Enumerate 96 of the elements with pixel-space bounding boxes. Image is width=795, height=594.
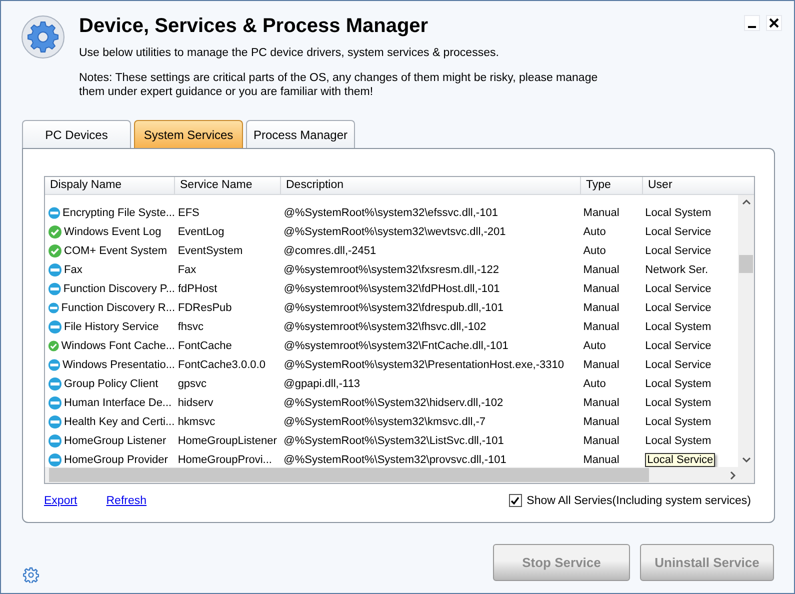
close-icon[interactable]: [766, 15, 782, 31]
link[interactable]: Refresh: [106, 494, 147, 506]
table-cell-text: Manual: [582, 434, 620, 446]
caret-right-icon[interactable]: [730, 470, 736, 480]
table-cell: Function Discovery P...: [63, 282, 175, 294]
table-cell: Encrypting File Syste...: [62, 206, 175, 218]
table-cell: Windows Event Log: [64, 226, 162, 238]
table-cell: COM+ Event System: [64, 244, 168, 256]
table-cell-text: Auto: [582, 244, 607, 256]
table-cell: Local Service: [645, 302, 712, 314]
table-cell: Local System: [645, 378, 712, 390]
table-cell: Local Service: [645, 358, 712, 370]
column-header[interactable]: Dispaly Name: [45, 177, 175, 194]
table-cell-text: Auto: [582, 226, 607, 238]
table-cell-text: Manual: [582, 264, 620, 276]
table-cell: Windows Presentatio...: [62, 358, 175, 370]
link[interactable]: Export: [44, 494, 78, 506]
table-cell-text: Manual: [582, 416, 620, 428]
checkbox-label[interactable]: Show All Servies(Including system services): [526, 494, 751, 506]
caret-up-icon[interactable]: [742, 199, 750, 205]
table-cell-text: @%SystemRoot%\system32\PresentationHost.exe,-3310: [282, 358, 565, 370]
table-cell-text: Auto: [582, 378, 607, 390]
table-cell-text: Manual: [582, 302, 620, 314]
table-cell: Local Service: [645, 340, 712, 352]
table-cell: File History Service: [64, 320, 159, 332]
notes-text: Notes: These settings are critical parts of the OS, any changes of them might be risky, please manage them under expert guidance or you are familiar with them!: [79, 71, 599, 99]
table-cell-text: HomeGroupProvi...: [176, 454, 273, 466]
table-cell-text: Manual: [582, 282, 620, 294]
table-cell: Group Policy Client: [64, 378, 158, 390]
table-cell-text: EFS: [177, 206, 200, 218]
table-cell-text: @%systemroot%\system32\FntCache.dll,-101: [282, 340, 510, 352]
table-cell-text: FontCache: [177, 340, 233, 352]
table-cell-text: @%systemroot%\system32\fdPHost.dll,-101: [282, 282, 501, 294]
tab[interactable]: PC Devices: [22, 120, 131, 148]
table-cell-text: Manual: [582, 358, 620, 370]
table-cell: Function Discovery R...: [61, 302, 175, 314]
table-cell: Local System: [645, 206, 712, 218]
column-header[interactable]: User: [643, 177, 739, 194]
tab[interactable]: System Services: [134, 120, 243, 148]
table-cell-text: @%SystemRoot%\System32\hidserv.dll,-102: [282, 396, 504, 408]
table-cell-text: hidserv: [176, 396, 214, 408]
table-cell-text: HomeGroupListener: [176, 434, 278, 446]
horizontal-scrollbar[interactable]: [45, 467, 754, 483]
table-cell-text: Manual: [582, 206, 620, 218]
table-cell-text: gpsvc: [176, 378, 208, 390]
tab[interactable]: Process Manager: [246, 120, 355, 148]
table-cell-text: @%SystemRoot%\System32\ListSvc.dll,-101: [282, 434, 505, 446]
table-cell-text: @%SystemRoot%\system32\efssvc.dll,-101: [282, 206, 499, 218]
table-cell: HomeGroup Provider: [64, 454, 168, 466]
checkbox[interactable]: [508, 494, 522, 507]
window-title: Device, Services & Process Manager: [79, 15, 430, 38]
table-cell-text: Auto: [582, 340, 607, 352]
table-cell: Local Service: [645, 244, 712, 256]
column-header[interactable]: Type: [581, 177, 643, 194]
table-cell: Human Interface De...: [64, 396, 172, 408]
table-cell-text: fhsvc: [176, 320, 204, 332]
table-cell: Local Service: [645, 282, 712, 294]
table-cell: HomeGroup Listener: [64, 434, 166, 446]
table-cell-text: fdPHost: [177, 282, 218, 294]
table-cell-text: Manual: [582, 320, 620, 332]
table-cell-text: FontCache3.0.0.0: [177, 358, 266, 370]
table-cell-text: @%systemroot%\system32\fhsvc.dll,-102: [282, 320, 488, 332]
table-cell-text: Manual: [582, 396, 620, 408]
table-cell-text: @comres.dll,-2451: [282, 244, 378, 256]
table-cell: Local Service: [645, 226, 712, 238]
column-header[interactable]: Service Name: [175, 177, 281, 194]
table-cell-text: @%systemroot%\system32\fxsresm.dll,-122: [282, 264, 500, 276]
table-cell-text: Manual: [582, 454, 620, 466]
gear-icon: [21, 15, 65, 59]
table-cell-text: @%SystemRoot%\system32\kmsvc.dll,-7: [282, 416, 487, 428]
settings-icon[interactable]: [23, 567, 39, 583]
table-cell-text: FDResPub: [177, 302, 233, 314]
description-text: Use below utilities to manage the PC device drivers, system services & processes.: [79, 47, 500, 59]
table-cell-text: @%SystemRoot%\System32\provsvc.dll,-101: [282, 454, 508, 466]
table-cell: Network Ser.: [645, 264, 708, 276]
scrollbar-thumb[interactable]: [49, 468, 649, 482]
table-cell: Local System: [645, 416, 712, 428]
table-cell: Local System: [645, 320, 712, 332]
table-cell-text: Fax: [176, 264, 198, 276]
table-cell-text: @%systemroot%\system32\fdrespub.dll,-101: [282, 302, 504, 314]
caret-down-icon[interactable]: [742, 457, 750, 463]
table-cell-text: @%SystemRoot%\system32\wevtsvc.dll,-201: [282, 226, 507, 238]
table-cell-text: EventLog: [176, 226, 226, 238]
scrollbar-thumb[interactable]: [739, 255, 753, 273]
table-cell-text: @gpapi.dll,-113: [282, 378, 362, 390]
table-cell-text: EventSystem: [176, 244, 244, 256]
table-cell-text: hkmsvc: [176, 416, 216, 428]
table-cell: Local System: [645, 434, 712, 446]
column-header[interactable]: Description: [281, 177, 581, 194]
table-cell: Health Key and Certi...: [64, 416, 175, 428]
vertical-scrollbar[interactable]: [738, 195, 754, 467]
minimize-icon[interactable]: [744, 15, 760, 31]
table-cell: Fax: [64, 264, 82, 276]
tooltip: Local Service: [645, 452, 716, 466]
table-cell: Local System: [645, 396, 712, 408]
table-cell: Windows Font Cache...: [61, 340, 175, 352]
